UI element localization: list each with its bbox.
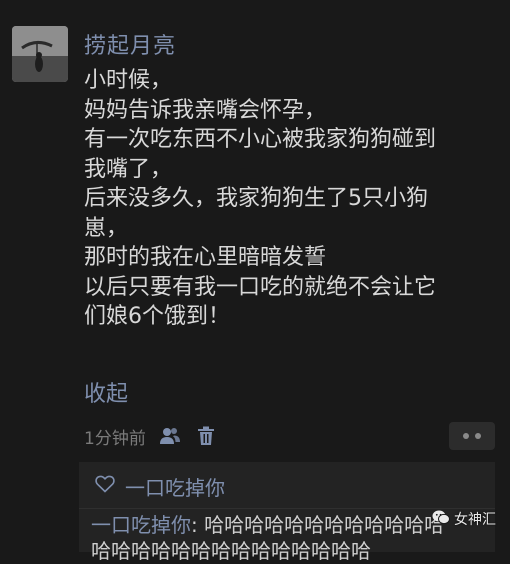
like-user-name[interactable]: 一口吃掉你 — [125, 472, 225, 501]
comment-text-overflow: 哈哈哈哈哈哈哈哈哈哈哈哈哈哈 — [91, 539, 371, 563]
comment-separator: : — [191, 513, 198, 537]
comment-text: 哈哈哈哈哈哈哈哈哈哈哈哈 — [197, 513, 445, 537]
content-line: 们娘6个饿到！ — [84, 304, 230, 329]
heart-outline-icon — [95, 475, 115, 497]
content-line: 以后只要有我一口吃的就绝不会让它 — [84, 274, 437, 300]
content-line: 那时的我在心里暗暗发誓 — [84, 245, 327, 270]
avatar-image — [12, 26, 68, 82]
watermark-text: 女神汇 — [454, 512, 496, 528]
avatar[interactable] — [12, 26, 68, 82]
post-timestamp: 1分钟前 — [84, 428, 146, 449]
comment-author[interactable]: 一口吃掉你 — [91, 513, 191, 537]
content-line: 崽， — [84, 215, 129, 241]
trash-icon[interactable] — [194, 424, 218, 448]
post-content: 小时候， 妈妈告诉我亲嘴会怀孕， 有一次吃东西不小心被我家狗狗碰到 我嘴了， 后… — [84, 66, 500, 332]
post-meta: 1分钟前 — [84, 424, 218, 449]
content-line: 妈妈告诉我亲嘴会怀孕， — [84, 97, 327, 123]
content-line: 我嘴了， — [84, 156, 173, 182]
content-line: 有一次吃东西不小心被我家狗狗碰到 — [84, 127, 437, 152]
dot — [463, 433, 469, 439]
content-line: 后来没多久，我家狗狗生了5只小狗 — [84, 186, 428, 211]
content-line: 小时候， — [84, 68, 173, 93]
wechat-icon — [432, 510, 450, 529]
people-icon[interactable] — [158, 424, 182, 448]
likes-row: 一口吃掉你 — [95, 472, 225, 500]
post-author-name[interactable]: 捞起月亮 — [84, 28, 176, 60]
dot — [475, 433, 481, 439]
more-dots-icon[interactable] — [449, 422, 495, 450]
watermark: 女神汇 — [432, 509, 496, 529]
collapse-link[interactable]: 收起 — [84, 376, 128, 408]
